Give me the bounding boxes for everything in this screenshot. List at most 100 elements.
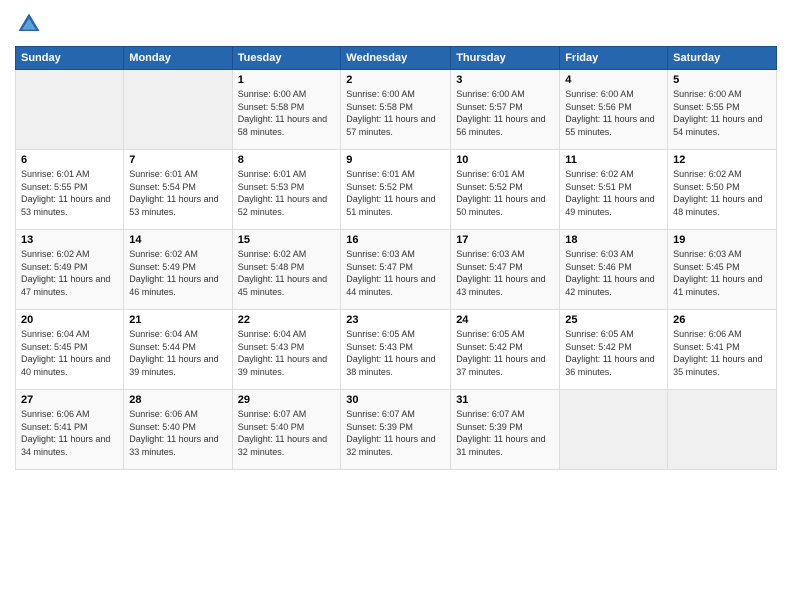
day-number: 1 bbox=[238, 74, 336, 86]
calendar-cell: 18Sunrise: 6:03 AM Sunset: 5:46 PM Dayli… bbox=[560, 230, 668, 310]
day-number: 17 bbox=[456, 234, 554, 246]
day-info: Sunrise: 6:01 AM Sunset: 5:53 PM Dayligh… bbox=[238, 168, 336, 218]
day-info: Sunrise: 6:02 AM Sunset: 5:49 PM Dayligh… bbox=[129, 248, 226, 298]
day-number: 3 bbox=[456, 74, 554, 86]
calendar-cell: 23 Sunrise: 6:05 AM Sunset: 5:43 PM Dayli… bbox=[341, 310, 451, 390]
page-header bbox=[15, 10, 777, 38]
calendar-cell: 27Sunrise: 6:06 AM Sunset: 5:41 PM Dayli… bbox=[16, 390, 124, 470]
calendar-cell: 17 Sunrise: 6:03 AM Sunset: 5:47 PM Dayli… bbox=[451, 230, 560, 310]
calendar-cell: 11Sunrise: 6:02 AM Sunset: 5:51 PM Dayli… bbox=[560, 150, 668, 230]
day-number: 30 bbox=[346, 394, 445, 406]
day-number: 21 bbox=[129, 314, 226, 326]
week-row-1: 1 Sunrise: 6:00 AM Sunset: 5:58 PM Daylig… bbox=[16, 70, 777, 150]
calendar-cell: 22 Sunrise: 6:04 AM Sunset: 5:43 PM Dayli… bbox=[232, 310, 341, 390]
day-number: 27 bbox=[21, 394, 118, 406]
day-info: Sunrise: 6:04 AM Sunset: 5:43 PM Dayligh… bbox=[238, 328, 336, 378]
day-header-saturday: Saturday bbox=[668, 47, 777, 70]
day-header-friday: Friday bbox=[560, 47, 668, 70]
logo bbox=[15, 10, 47, 38]
calendar-cell: 20 Sunrise: 6:04 AM Sunset: 5:45 PM Dayli… bbox=[16, 310, 124, 390]
day-number: 20 bbox=[21, 314, 118, 326]
day-info: Sunrise: 6:03 AM Sunset: 5:47 PM Dayligh… bbox=[346, 248, 445, 298]
day-number: 22 bbox=[238, 314, 336, 326]
day-info: Sunrise: 6:04 AM Sunset: 5:45 PM Dayligh… bbox=[21, 328, 118, 378]
calendar-cell: 13 Sunrise: 6:02 AM Sunset: 5:49 PM Dayli… bbox=[16, 230, 124, 310]
calendar-cell: 25Sunrise: 6:05 AM Sunset: 5:42 PM Dayli… bbox=[560, 310, 668, 390]
day-info: Sunrise: 6:00 AM Sunset: 5:58 PM Dayligh… bbox=[238, 88, 336, 138]
calendar-cell: 30Sunrise: 6:07 AM Sunset: 5:39 PM Dayli… bbox=[341, 390, 451, 470]
day-number: 16 bbox=[346, 234, 445, 246]
calendar-header: SundayMondayTuesdayWednesdayThursdayFrid… bbox=[16, 47, 777, 70]
day-number: 23 bbox=[346, 314, 445, 326]
day-number: 18 bbox=[565, 234, 662, 246]
week-row-2: 6 Sunrise: 6:01 AM Sunset: 5:55 PM Daylig… bbox=[16, 150, 777, 230]
day-number: 10 bbox=[456, 154, 554, 166]
calendar-cell: 28 Sunrise: 6:06 AM Sunset: 5:40 PM Dayli… bbox=[124, 390, 232, 470]
day-number: 24 bbox=[456, 314, 554, 326]
calendar-cell: 21 Sunrise: 6:04 AM Sunset: 5:44 PM Dayli… bbox=[124, 310, 232, 390]
page-container: SundayMondayTuesdayWednesdayThursdayFrid… bbox=[0, 0, 792, 480]
calendar-cell: 9Sunrise: 6:01 AM Sunset: 5:52 PM Daylig… bbox=[341, 150, 451, 230]
day-info: Sunrise: 6:01 AM Sunset: 5:55 PM Dayligh… bbox=[21, 168, 118, 218]
day-number: 5 bbox=[673, 74, 771, 86]
calendar-cell bbox=[668, 390, 777, 470]
calendar-cell: 24 Sunrise: 6:05 AM Sunset: 5:42 PM Dayli… bbox=[451, 310, 560, 390]
day-info: Sunrise: 6:02 AM Sunset: 5:50 PM Dayligh… bbox=[673, 168, 771, 218]
day-number: 31 bbox=[456, 394, 554, 406]
day-info: Sunrise: 6:05 AM Sunset: 5:42 PM Dayligh… bbox=[456, 328, 554, 378]
day-number: 4 bbox=[565, 74, 662, 86]
calendar-cell: 8 Sunrise: 6:01 AM Sunset: 5:53 PM Daylig… bbox=[232, 150, 341, 230]
calendar-cell: 2 Sunrise: 6:00 AM Sunset: 5:58 PM Daylig… bbox=[341, 70, 451, 150]
calendar-cell: 15 Sunrise: 6:02 AM Sunset: 5:48 PM Dayli… bbox=[232, 230, 341, 310]
day-info: Sunrise: 6:01 AM Sunset: 5:52 PM Dayligh… bbox=[346, 168, 445, 218]
calendar-cell: 16 Sunrise: 6:03 AM Sunset: 5:47 PM Dayli… bbox=[341, 230, 451, 310]
day-number: 28 bbox=[129, 394, 226, 406]
day-info: Sunrise: 6:06 AM Sunset: 5:41 PM Dayligh… bbox=[673, 328, 771, 378]
day-info: Sunrise: 6:04 AM Sunset: 5:44 PM Dayligh… bbox=[129, 328, 226, 378]
day-info: Sunrise: 6:01 AM Sunset: 5:54 PM Dayligh… bbox=[129, 168, 226, 218]
day-number: 19 bbox=[673, 234, 771, 246]
day-header-monday: Monday bbox=[124, 47, 232, 70]
day-number: 2 bbox=[346, 74, 445, 86]
calendar-cell: 3 Sunrise: 6:00 AM Sunset: 5:57 PM Daylig… bbox=[451, 70, 560, 150]
calendar-cell bbox=[560, 390, 668, 470]
calendar-cell bbox=[124, 70, 232, 150]
calendar-cell: 10 Sunrise: 6:01 AM Sunset: 5:52 PM Dayli… bbox=[451, 150, 560, 230]
calendar-table: SundayMondayTuesdayWednesdayThursdayFrid… bbox=[15, 46, 777, 470]
calendar-cell: 7 Sunrise: 6:01 AM Sunset: 5:54 PM Daylig… bbox=[124, 150, 232, 230]
week-row-3: 13 Sunrise: 6:02 AM Sunset: 5:49 PM Dayli… bbox=[16, 230, 777, 310]
day-info: Sunrise: 6:06 AM Sunset: 5:40 PM Dayligh… bbox=[129, 408, 226, 458]
day-number: 15 bbox=[238, 234, 336, 246]
calendar-cell: 12 Sunrise: 6:02 AM Sunset: 5:50 PM Dayli… bbox=[668, 150, 777, 230]
calendar-cell: 26 Sunrise: 6:06 AM Sunset: 5:41 PM Dayli… bbox=[668, 310, 777, 390]
day-info: Sunrise: 6:07 AM Sunset: 5:40 PM Dayligh… bbox=[238, 408, 336, 458]
day-number: 7 bbox=[129, 154, 226, 166]
calendar-cell: 14Sunrise: 6:02 AM Sunset: 5:49 PM Dayli… bbox=[124, 230, 232, 310]
day-info: Sunrise: 6:03 AM Sunset: 5:45 PM Dayligh… bbox=[673, 248, 771, 298]
day-number: 8 bbox=[238, 154, 336, 166]
calendar-cell bbox=[16, 70, 124, 150]
day-number: 29 bbox=[238, 394, 336, 406]
day-info: Sunrise: 6:05 AM Sunset: 5:43 PM Dayligh… bbox=[346, 328, 445, 378]
day-info: Sunrise: 6:03 AM Sunset: 5:47 PM Dayligh… bbox=[456, 248, 554, 298]
day-header-sunday: Sunday bbox=[16, 47, 124, 70]
calendar-cell: 6 Sunrise: 6:01 AM Sunset: 5:55 PM Daylig… bbox=[16, 150, 124, 230]
day-header-wednesday: Wednesday bbox=[341, 47, 451, 70]
day-info: Sunrise: 6:01 AM Sunset: 5:52 PM Dayligh… bbox=[456, 168, 554, 218]
day-number: 11 bbox=[565, 154, 662, 166]
day-info: Sunrise: 6:02 AM Sunset: 5:49 PM Dayligh… bbox=[21, 248, 118, 298]
day-number: 12 bbox=[673, 154, 771, 166]
day-info: Sunrise: 6:02 AM Sunset: 5:48 PM Dayligh… bbox=[238, 248, 336, 298]
day-info: Sunrise: 6:05 AM Sunset: 5:42 PM Dayligh… bbox=[565, 328, 662, 378]
day-header-tuesday: Tuesday bbox=[232, 47, 341, 70]
day-info: Sunrise: 6:00 AM Sunset: 5:57 PM Dayligh… bbox=[456, 88, 554, 138]
calendar-cell: 19 Sunrise: 6:03 AM Sunset: 5:45 PM Dayli… bbox=[668, 230, 777, 310]
day-number: 26 bbox=[673, 314, 771, 326]
calendar-cell: 31Sunrise: 6:07 AM Sunset: 5:39 PM Dayli… bbox=[451, 390, 560, 470]
calendar-cell: 4Sunrise: 6:00 AM Sunset: 5:56 PM Daylig… bbox=[560, 70, 668, 150]
day-info: Sunrise: 6:00 AM Sunset: 5:58 PM Dayligh… bbox=[346, 88, 445, 138]
day-number: 6 bbox=[21, 154, 118, 166]
day-number: 13 bbox=[21, 234, 118, 246]
calendar-cell: 29 Sunrise: 6:07 AM Sunset: 5:40 PM Dayli… bbox=[232, 390, 341, 470]
header-row: SundayMondayTuesdayWednesdayThursdayFrid… bbox=[16, 47, 777, 70]
